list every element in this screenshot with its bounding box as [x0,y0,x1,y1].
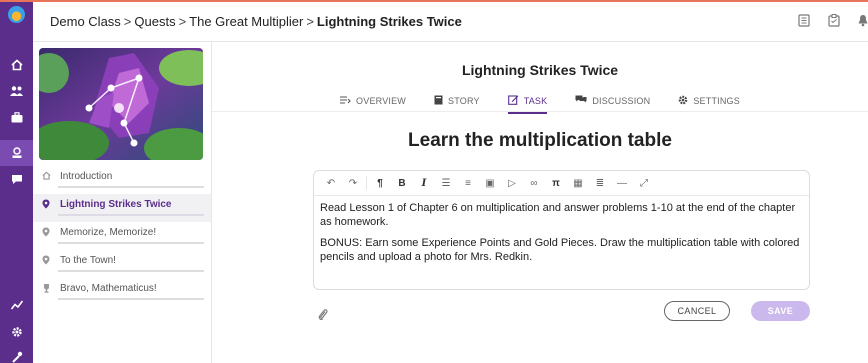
clipboard-icon[interactable] [828,14,840,30]
tab-label: TASK [523,96,548,106]
breadcrumb: Demo Class > Quests > The Great Multiplier > L… [50,14,462,29]
app-root: Demo Class > Quests > The Great Multiplier > L… [0,0,868,363]
quest-item-label: Lightning Strikes Twice [60,199,172,210]
quest-progress-line [58,298,204,300]
book-icon [434,95,443,108]
quest-item-lightning-strikes-twice[interactable]: Lightning Strikes Twice [33,194,211,222]
quest-progress-line [58,186,204,188]
quest-item-introduction[interactable]: Introduction [33,166,211,194]
table-icon[interactable]: ▦ [567,173,589,193]
tab-label: DISCUSSION [592,96,651,106]
horizontal-rule-icon[interactable]: — [611,173,633,193]
quest-item-label: To the Town! [60,255,116,266]
quest-progress-line [58,270,204,272]
chat-icon[interactable] [0,166,33,192]
users-icon[interactable] [0,78,33,104]
briefcase-icon[interactable] [0,104,33,130]
link-icon[interactable]: ∞ [523,173,545,193]
top-header: Demo Class > Quests > The Great Multiplier > L… [33,2,868,42]
breadcrumb-quests[interactable]: Quests [134,14,175,29]
align-icon[interactable]: ≣ [589,173,611,193]
bullet-list-icon[interactable]: ☰ [435,173,457,193]
bold-icon[interactable]: B [391,173,413,193]
save-button[interactable]: SAVE [751,301,810,321]
image-icon[interactable]: ▣ [479,173,501,193]
editor-content[interactable]: Read Lesson 1 of Chapter 6 on multiplica… [320,201,804,271]
breadcrumb-separator: > [123,14,132,29]
breadcrumb-separator: > [178,14,187,29]
trophy-icon [42,283,54,295]
redo-icon[interactable]: ↷ [342,173,364,193]
breadcrumb-separator: > [306,14,314,29]
tab-label: STORY [448,96,480,106]
quest-item-label: Bravo, Mathematicus! [60,283,157,294]
tab-settings[interactable]: SETTINGS [664,92,754,110]
tab-discussion[interactable]: DISCUSSION [561,92,664,110]
task-paragraph-1: Read Lesson 1 of Chapter 6 on multiplica… [320,202,796,228]
gear-icon [678,95,688,108]
toolbar-divider [366,176,367,190]
quest-item-label: Memorize, Memorize! [60,227,157,238]
tab-bar: OVERVIEW STORY TASK DISCUSSION SETTINGS [212,92,868,114]
left-rail [0,2,33,363]
video-icon[interactable]: ▷ [501,173,523,193]
breadcrumb-demo-class[interactable]: Demo Class [50,14,121,29]
tab-divider [212,111,868,112]
main-panel: Lightning Strikes Twice OVERVIEW STORY T… [212,42,868,363]
quest-progress-line [58,242,204,244]
tab-task[interactable]: TASK [494,92,562,114]
gear-icon[interactable] [0,319,33,345]
home-icon[interactable] [0,52,33,78]
bell-icon[interactable] [858,14,868,30]
quest-item-bravo-mathematicus[interactable]: Bravo, Mathematicus! [33,278,211,306]
quest-progress-line [58,214,204,216]
fullscreen-icon[interactable]: ⤢ [633,173,655,193]
overview-icon [340,95,351,107]
task-title: Learn the multiplication table [408,130,672,151]
gradebook-icon[interactable] [798,14,810,30]
rich-text-editor: ↶ ↷ ¶ B I ☰ ≡ ▣ ▷ ∞ π ▦ ≣ — ⤢ Read Lesso… [313,170,810,290]
quest-title: Lightning Strikes Twice [461,62,619,78]
chart-icon[interactable] [0,292,33,318]
tools-icon[interactable] [0,344,33,363]
paragraph-icon[interactable]: ¶ [369,173,391,193]
home-icon [42,171,54,182]
italic-icon[interactable]: I [413,173,435,193]
paperclip-icon[interactable] [318,308,328,324]
quest-map-image [39,48,203,160]
math-icon[interactable]: π [545,173,567,193]
tab-label: OVERVIEW [356,96,406,106]
tab-label: SETTINGS [693,96,740,106]
map-pin-icon [42,199,54,211]
quest-list: Introduction Lightning Strikes Twice Mem… [33,166,211,306]
quest-icon[interactable] [0,140,33,166]
quest-item-memorize[interactable]: Memorize, Memorize! [33,222,211,250]
tab-story[interactable]: STORY [420,92,494,110]
numbered-list-icon[interactable]: ≡ [457,173,479,193]
header-icons [798,14,868,30]
undo-icon[interactable]: ↶ [320,173,342,193]
task-paragraph-2: BONUS: Earn some Experience Points and G… [320,237,800,263]
tab-overview[interactable]: OVERVIEW [326,92,420,110]
quest-item-to-the-town[interactable]: To the Town! [33,250,211,278]
breadcrumb-great-multiplier[interactable]: The Great Multiplier [189,14,303,29]
quest-sidebar: Introduction Lightning Strikes Twice Mem… [33,42,212,363]
edit-icon [507,94,519,108]
map-pin-icon [42,255,54,267]
cancel-button[interactable]: CANCEL [664,301,730,321]
breadcrumb-current: Lightning Strikes Twice [316,14,462,29]
discussion-icon [575,95,587,108]
editor-toolbar: ↶ ↷ ¶ B I ☰ ≡ ▣ ▷ ∞ π ▦ ≣ — ⤢ [314,171,809,196]
map-pin-icon [42,227,54,239]
quest-item-label: Introduction [60,171,113,182]
app-logo[interactable] [8,6,25,23]
